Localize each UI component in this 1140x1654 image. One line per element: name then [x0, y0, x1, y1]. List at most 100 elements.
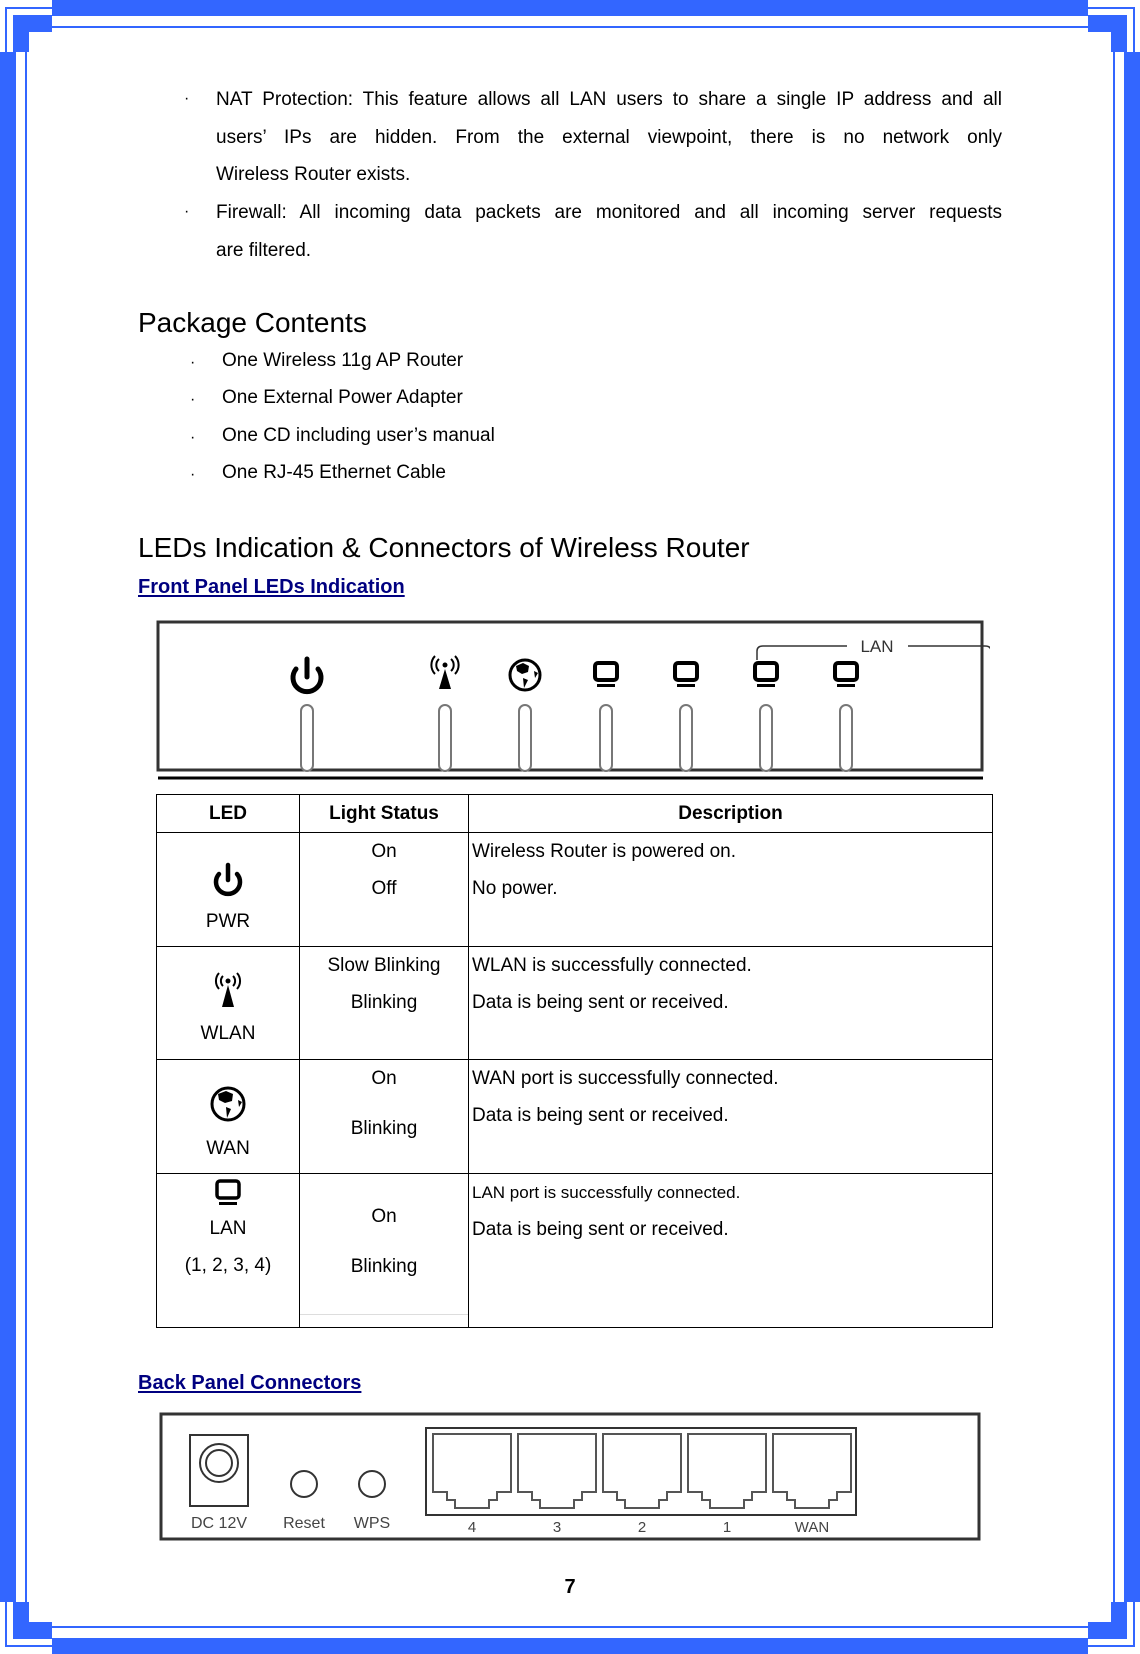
description-cell: Wireless Router is powered on. No power. — [468, 832, 993, 947]
port-label: 4 — [468, 1519, 476, 1536]
frame-corner-line — [1088, 1645, 1135, 1647]
bullet: · — [190, 391, 196, 408]
text-line: are filtered. — [216, 239, 312, 261]
table-header-row: LED Light Status Description — [156, 794, 993, 833]
text-line: users’ IPs are hidden. From the external… — [216, 126, 1002, 148]
status-cell: On Blinking — [299, 1059, 469, 1174]
led-name-ports: (1, 2, 3, 4) — [184, 1255, 272, 1276]
bullet: · — [190, 466, 196, 483]
power-icon — [213, 862, 243, 897]
status-cell: On Blinking — [299, 1173, 469, 1328]
cell-divider — [300, 1314, 468, 1315]
frame-left-line — [25, 52, 27, 1602]
front-panel-leds-link[interactable]: Front Panel LEDs Indication — [138, 576, 405, 599]
feature-nat-protection: NAT Protection: This feature allows all … — [216, 81, 1002, 194]
column-header-led: LED — [156, 794, 300, 833]
led-cell: WAN — [156, 1059, 300, 1174]
bullet: · — [190, 429, 196, 446]
led-pipe-wan — [518, 704, 532, 772]
status-value: On — [371, 841, 397, 862]
frame-corner-line — [5, 7, 52, 9]
led-name: WAN — [206, 1138, 250, 1159]
status-value: Blinking — [350, 1118, 418, 1139]
led-pipe-wlan — [438, 704, 452, 772]
description-cell: WLAN is successfully connected. Data is … — [468, 946, 993, 1060]
frame-corner-line — [5, 1645, 52, 1647]
status-value: On — [371, 1206, 397, 1227]
frame-corner-line — [1133, 7, 1135, 52]
page-number: 7 — [564, 1576, 576, 1598]
frame-left-bar — [0, 52, 16, 1602]
led-cell: LAN (1, 2, 3, 4) — [156, 1173, 300, 1328]
led-cell: WLAN — [156, 946, 300, 1060]
port-label: 3 — [553, 1519, 561, 1536]
frame-top-bar — [52, 0, 1088, 16]
status-value: Blinking — [350, 992, 418, 1013]
led-name: WLAN — [200, 1023, 256, 1044]
lan-group-label: LAN — [860, 637, 893, 656]
table-row: PWR On Off Wireless Router is powered on… — [156, 832, 993, 947]
text-line: Firewall: All incoming data packets are … — [216, 202, 1002, 223]
reset-label: Reset — [283, 1515, 325, 1532]
led-pipe-lan — [679, 704, 693, 772]
globe-icon — [210, 1086, 246, 1122]
led-pipe-lan — [839, 704, 853, 772]
package-item: One External Power Adapter — [222, 387, 463, 408]
front-panel-figure: LAN — [156, 620, 990, 780]
table-row: WLAN Slow Blinking Blinking WLAN is succ… — [156, 946, 993, 1060]
front-panel-outline — [156, 620, 984, 772]
description-text: LAN port is successfully connected. — [472, 1183, 741, 1202]
status-cell: Slow Blinking Blinking — [299, 946, 469, 1060]
description-text: WLAN is successfully connected. — [472, 955, 752, 976]
status-cell: On Off — [299, 832, 469, 947]
status-value: Slow Blinking — [327, 955, 441, 976]
feature-firewall: Firewall: All incoming data packets are … — [216, 194, 1002, 269]
frame-bottom-bar — [52, 1638, 1088, 1654]
leds-connectors-heading: LEDs Indication & Connectors of Wireless… — [138, 532, 750, 563]
description-text: Data is being sent or received. — [472, 992, 729, 1013]
package-item: One CD including user’s manual — [222, 425, 495, 446]
port-label: 1 — [723, 1519, 731, 1536]
description-cell: WAN port is successfully connected. Data… — [468, 1059, 993, 1174]
wps-label: WPS — [354, 1515, 390, 1532]
led-pipe-pwr — [300, 704, 314, 772]
frame-top-line — [52, 26, 1088, 28]
led-indication-table: LED Light Status Description PWR On Off … — [156, 794, 993, 1328]
led-pipe-lan — [599, 704, 613, 772]
frame-corner-block — [1088, 1622, 1127, 1639]
bullet: · — [190, 354, 196, 371]
led-name: PWR — [205, 911, 251, 932]
back-panel-figure: DC 12V Reset WPS 4 3 2 1 WAN — [159, 1412, 981, 1541]
text-line: NAT Protection: This feature allows all … — [216, 89, 1002, 110]
port-label: 2 — [638, 1519, 646, 1536]
description-cell: LAN port is successfully connected. Data… — [468, 1173, 993, 1328]
status-value: Off — [371, 878, 397, 899]
description-text: Data is being sent or received. — [472, 1105, 729, 1126]
frame-right-bar — [1124, 52, 1140, 1602]
back-panel-connectors-link[interactable]: Back Panel Connectors — [138, 1372, 361, 1395]
table-row: WAN On Blinking WAN port is successfully… — [156, 1059, 993, 1174]
package-item: One RJ-45 Ethernet Cable — [222, 462, 446, 483]
bullet: · — [184, 203, 190, 220]
led-cell: PWR — [156, 832, 300, 947]
description-text: WAN port is successfully connected. — [472, 1068, 779, 1089]
package-item: One Wireless 11g AP Router — [222, 350, 464, 371]
text-line: Wireless Router exists. — [216, 164, 411, 185]
status-value: On — [371, 1068, 397, 1089]
frame-corner-line — [1133, 1602, 1135, 1647]
status-value: Blinking — [350, 1256, 418, 1277]
dc-label: DC 12V — [191, 1515, 247, 1532]
frame-corner-block — [13, 1622, 52, 1639]
frame-corner-block — [13, 15, 29, 52]
frame-right-line — [1113, 52, 1115, 1602]
led-name: LAN — [209, 1218, 247, 1239]
globe-icon — [508, 658, 542, 692]
package-contents-heading: Package Contents — [138, 307, 367, 338]
table-row: LAN (1, 2, 3, 4) On Blinking LAN port is… — [156, 1173, 993, 1328]
frame-corner-block — [1111, 15, 1127, 52]
frame-corner-line — [5, 7, 7, 52]
frame-bottom-line — [52, 1626, 1088, 1628]
port-label: WAN — [795, 1519, 829, 1536]
led-pipe-lan — [759, 704, 773, 772]
description-text: No power. — [472, 878, 558, 899]
